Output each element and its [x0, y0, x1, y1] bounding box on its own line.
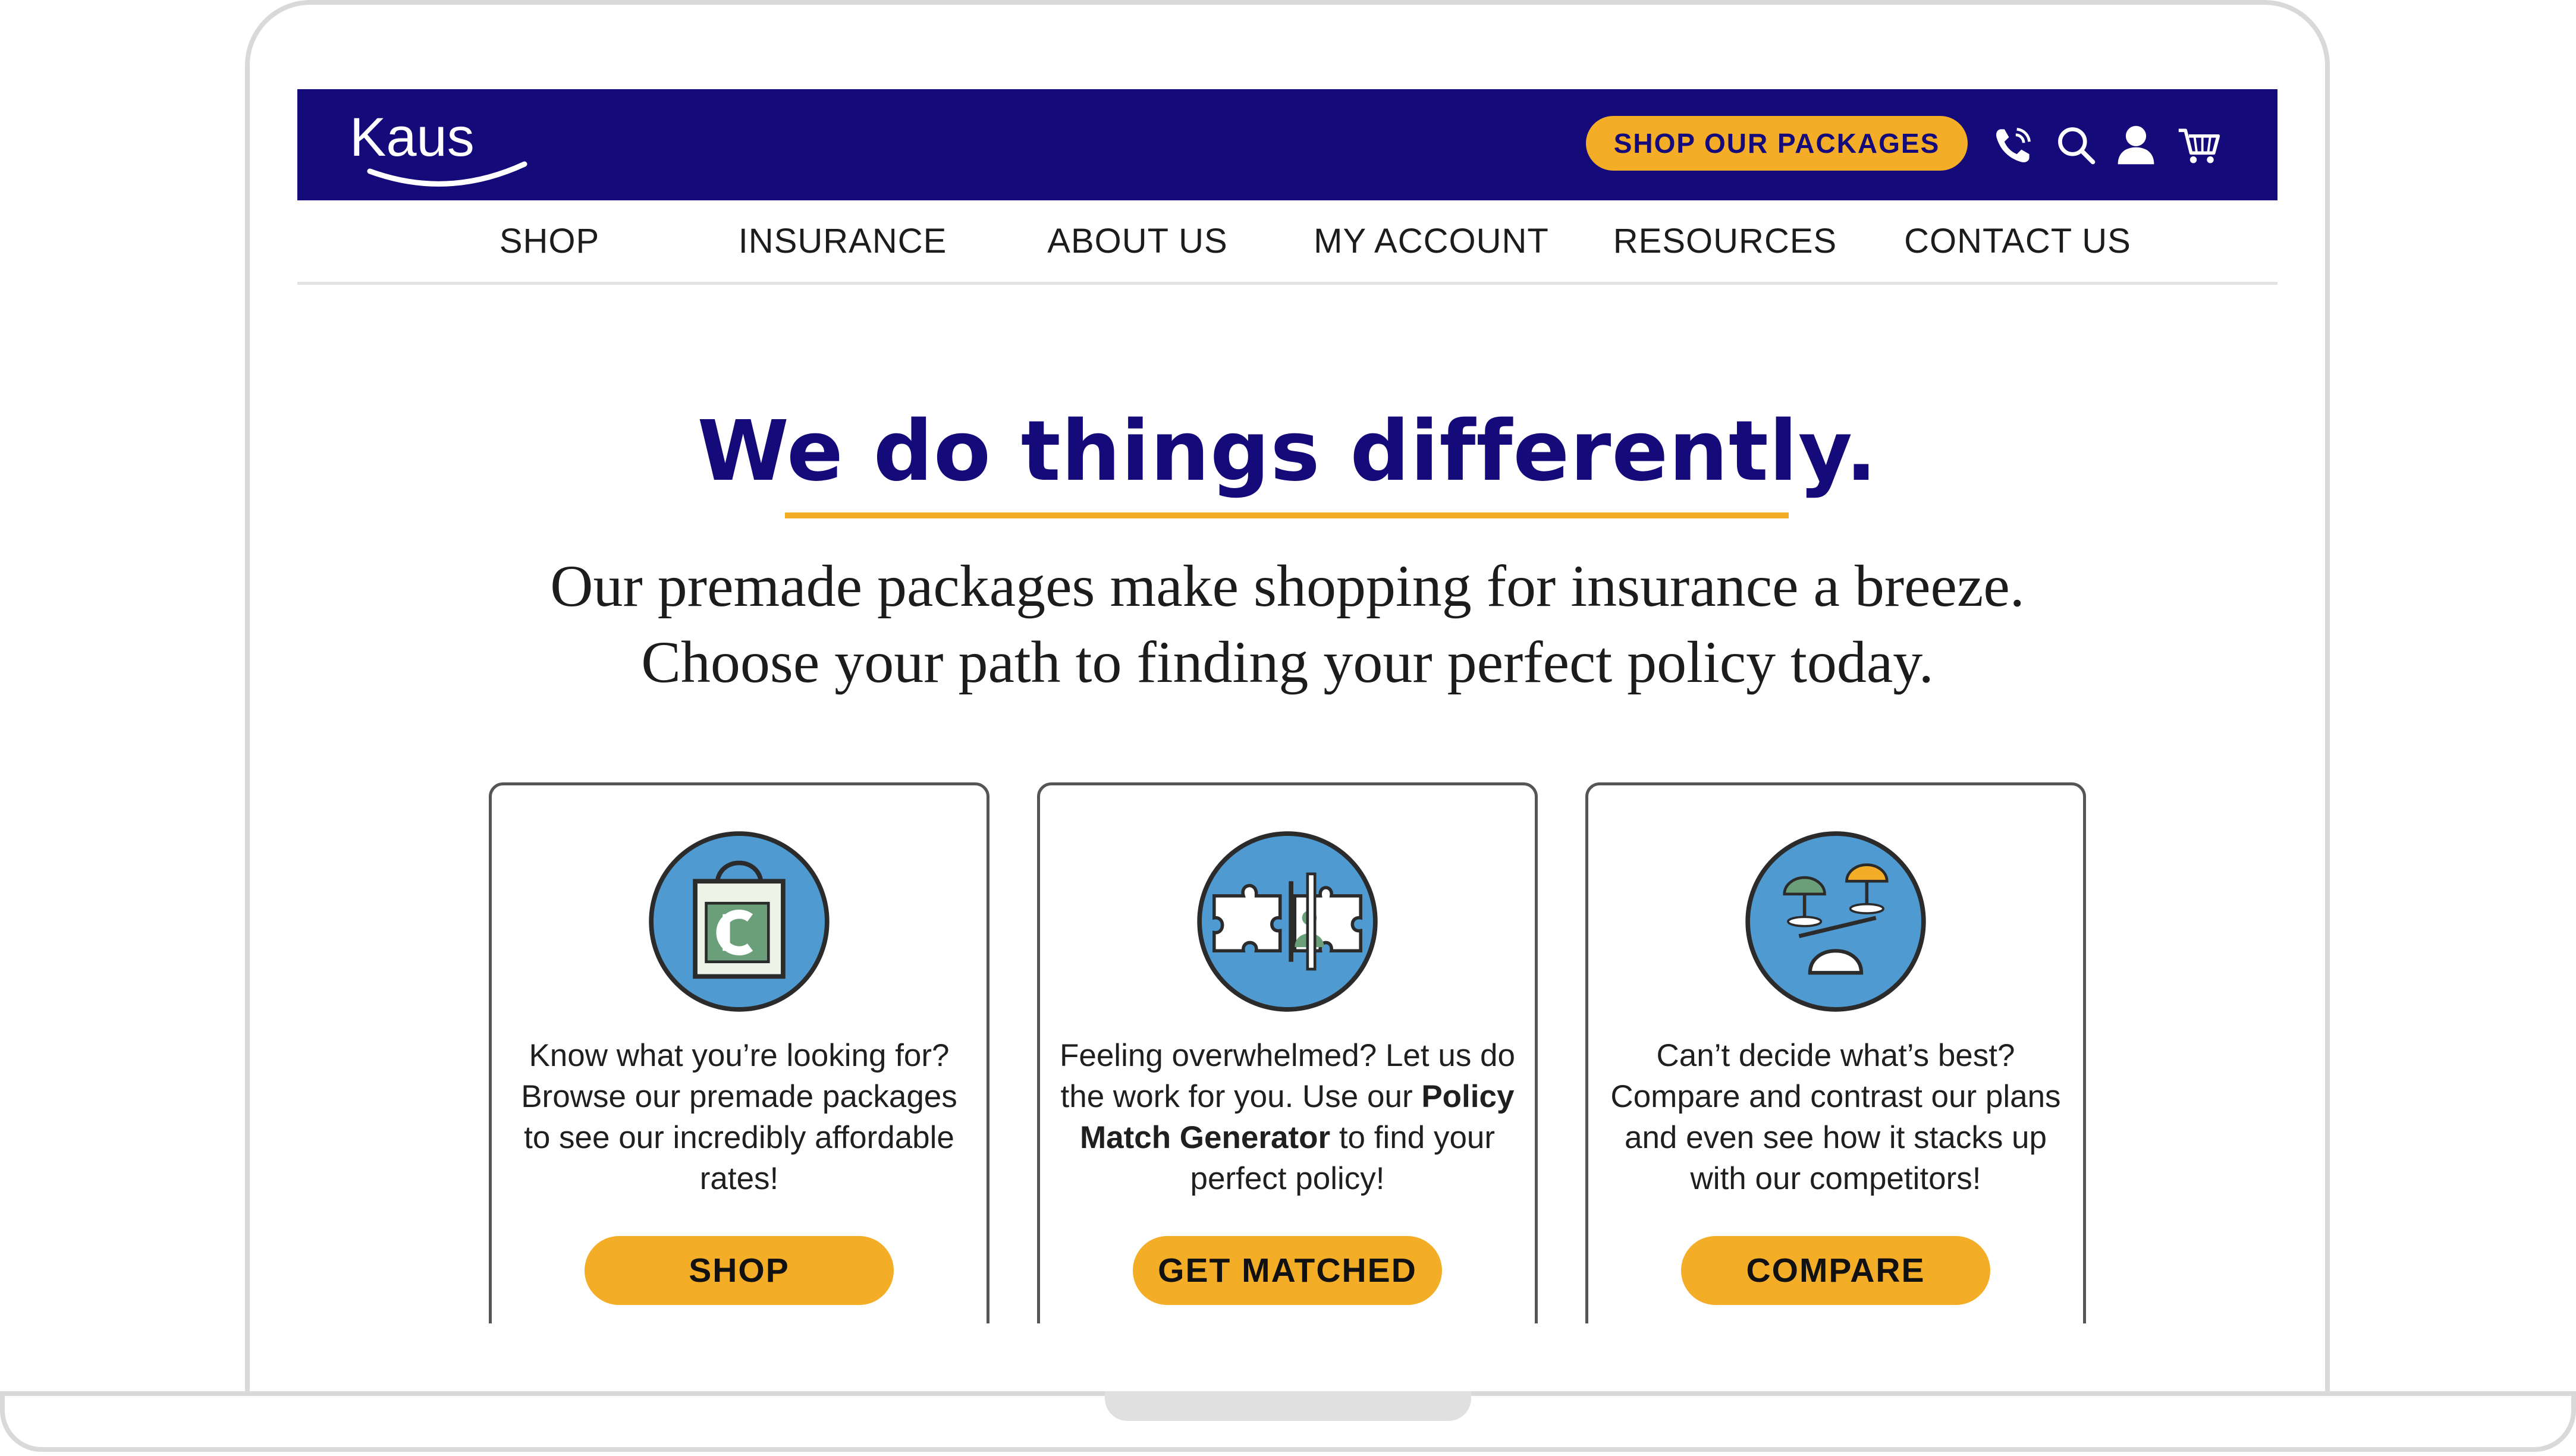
shop-button[interactable]: SHOP — [585, 1236, 894, 1305]
get-matched-button[interactable]: GET MATCHED — [1133, 1236, 1442, 1305]
user-icon[interactable] — [2113, 122, 2159, 168]
hero-subline-2: Choose your path to finding your perfect… — [641, 629, 1934, 695]
shop-card-text: Know what you’re looking for? Browse our… — [521, 1038, 957, 1196]
hero-subline-1: Our premade packages make shopping for i… — [550, 553, 2025, 619]
laptop-notch — [1105, 1391, 1471, 1421]
hero-subhead: Our premade packages make shopping for i… — [297, 548, 2277, 700]
nav-item-my-account[interactable]: MY ACCOUNT — [1283, 200, 1580, 282]
nav-item-resources[interactable]: RESOURCES — [1606, 200, 1844, 282]
match-card: Feeling overwhelmed? Let us do the work … — [1037, 782, 1538, 1323]
puzzle-icon — [1196, 830, 1379, 1013]
cart-icon[interactable] — [2176, 122, 2222, 168]
search-icon[interactable] — [2053, 122, 2099, 168]
logo-text: Kaus — [350, 107, 475, 168]
shop-card: Know what you’re looking for? Browse our… — [489, 782, 989, 1323]
scale-umbrella-icon — [1744, 830, 1927, 1013]
kaus-logo[interactable]: Kaus — [346, 105, 536, 188]
phone-icon[interactable] — [1991, 122, 2036, 168]
top-header: Kaus SHOP OUR PACKAGES — [297, 89, 2277, 200]
nav-item-shop[interactable]: SHOP — [454, 200, 645, 282]
compare-card: Can’t decide what’s best? Compare and co… — [1585, 782, 2086, 1323]
compare-card-text: Can’t decide what’s best? Compare and co… — [1610, 1038, 2061, 1196]
shop-our-packages-button[interactable]: SHOP OUR PACKAGES — [1586, 116, 1968, 171]
match-card-text: Feeling overwhelmed? Let us do the work … — [1058, 1035, 1517, 1199]
nav-item-insurance[interactable]: INSURANCE — [724, 200, 962, 282]
nav-item-contact-us[interactable]: CONTACT US — [1887, 200, 2148, 282]
shopping-bag-icon — [648, 830, 831, 1013]
browser-screen: Kaus SHOP OUR PACKAGES SHOP INSURANCE AB… — [297, 89, 2277, 1323]
compare-button[interactable]: COMPARE — [1681, 1236, 1990, 1305]
hero-headline: We do things differently. — [697, 403, 1878, 500]
main-nav: SHOP INSURANCE ABOUT US MY ACCOUNT RESOU… — [297, 200, 2277, 285]
headline-underline — [785, 512, 1789, 518]
nav-item-about-us[interactable]: ABOUT US — [1019, 200, 1256, 282]
